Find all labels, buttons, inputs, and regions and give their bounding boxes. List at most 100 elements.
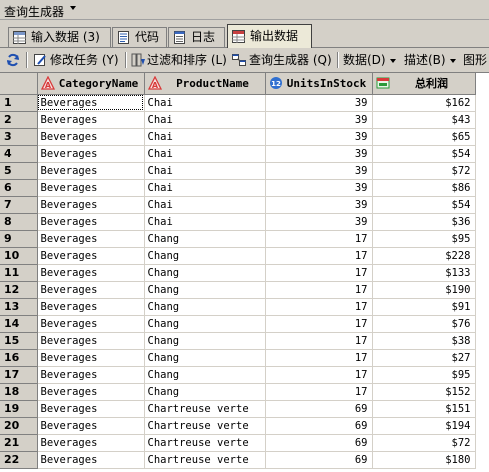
table-row[interactable]: 2 Beverages Chai 39 $43 [0, 111, 476, 129]
table-row[interactable]: 4 Beverages Chai 39 $54 [0, 145, 476, 163]
row-number[interactable]: 2 [0, 111, 38, 129]
cell-categoryname[interactable]: Beverages [37, 111, 145, 129]
cell-productname[interactable]: Chai [144, 94, 266, 112]
table-row[interactable]: 7 Beverages Chai 39 $54 [0, 196, 476, 214]
cell-categoryname[interactable]: Beverages [37, 128, 145, 146]
cell-total-profit[interactable]: $91 [372, 298, 476, 316]
cell-productname[interactable]: Chai [144, 145, 266, 163]
cell-productname[interactable]: Chang [144, 332, 266, 350]
cell-categoryname[interactable]: Beverages [37, 196, 145, 214]
cell-unitsinstock[interactable]: 39 [265, 94, 373, 112]
cell-productname[interactable]: Chai [144, 179, 266, 197]
data-menu[interactable]: 数据(D) [343, 51, 396, 69]
table-row[interactable]: 5 Beverages Chai 39 $72 [0, 162, 476, 180]
row-number[interactable]: 16 [0, 349, 38, 367]
table-row[interactable]: 14 Beverages Chang 17 $76 [0, 315, 476, 333]
table-row[interactable]: 22 Beverages Chartreuse verte 69 $180 [0, 451, 476, 469]
row-number[interactable]: 5 [0, 162, 38, 180]
cell-unitsinstock[interactable]: 17 [265, 383, 373, 401]
cell-total-profit[interactable]: $194 [372, 417, 476, 435]
table-row[interactable]: 6 Beverages Chai 39 $86 [0, 179, 476, 197]
cell-unitsinstock[interactable]: 69 [265, 400, 373, 418]
cell-productname[interactable]: Chang [144, 247, 266, 265]
describe-menu[interactable]: 描述(B) [404, 51, 456, 69]
column-header-total-profit[interactable]: 总利润 [372, 73, 476, 95]
table-row[interactable]: 16 Beverages Chang 17 $27 [0, 349, 476, 367]
cell-categoryname[interactable]: Beverages [37, 162, 145, 180]
table-row[interactable]: 10 Beverages Chang 17 $228 [0, 247, 476, 265]
cell-categoryname[interactable]: Beverages [37, 349, 145, 367]
modify-task-button[interactable]: 修改任务 (Y) [33, 51, 119, 69]
row-number[interactable]: 7 [0, 196, 38, 214]
row-number[interactable]: 21 [0, 434, 38, 452]
cell-total-profit[interactable]: $152 [372, 383, 476, 401]
row-number[interactable]: 11 [0, 264, 38, 282]
row-number[interactable]: 13 [0, 298, 38, 316]
cell-unitsinstock[interactable]: 17 [265, 230, 373, 248]
cell-unitsinstock[interactable]: 39 [265, 128, 373, 146]
cell-unitsinstock[interactable]: 17 [265, 247, 373, 265]
cell-unitsinstock[interactable]: 17 [265, 298, 373, 316]
cell-productname[interactable]: Chang [144, 264, 266, 282]
cell-total-profit[interactable]: $54 [372, 196, 476, 214]
cell-categoryname[interactable]: Beverages [37, 230, 145, 248]
cell-total-profit[interactable]: $36 [372, 213, 476, 231]
cell-unitsinstock[interactable]: 17 [265, 332, 373, 350]
cell-unitsinstock[interactable]: 17 [265, 315, 373, 333]
filter-sort-button[interactable]: 过滤和排序 (L) [131, 51, 227, 69]
row-number[interactable]: 10 [0, 247, 38, 265]
cell-productname[interactable]: Chartreuse verte [144, 451, 266, 469]
cell-unitsinstock[interactable]: 39 [265, 162, 373, 180]
cell-productname[interactable]: Chai [144, 196, 266, 214]
refresh-button[interactable] [6, 51, 22, 69]
cell-total-profit[interactable]: $76 [372, 315, 476, 333]
row-number[interactable]: 14 [0, 315, 38, 333]
cell-productname[interactable]: Chang [144, 230, 266, 248]
cell-unitsinstock[interactable]: 69 [265, 451, 373, 469]
cell-total-profit[interactable]: $151 [372, 400, 476, 418]
cell-unitsinstock[interactable]: 39 [265, 145, 373, 163]
cell-categoryname[interactable]: Beverages [37, 247, 145, 265]
query-builder-button[interactable]: 查询生成器 (Q) [232, 51, 332, 69]
cell-categoryname[interactable]: Beverages [37, 315, 145, 333]
cell-total-profit[interactable]: $72 [372, 162, 476, 180]
cell-productname[interactable]: Chai [144, 213, 266, 231]
table-row[interactable]: 18 Beverages Chang 17 $152 [0, 383, 476, 401]
table-row[interactable]: 12 Beverages Chang 17 $190 [0, 281, 476, 299]
cell-categoryname[interactable]: Beverages [37, 213, 145, 231]
cell-categoryname[interactable]: Beverages [37, 417, 145, 435]
cell-total-profit[interactable]: $38 [372, 332, 476, 350]
output-data-grid[interactable]: A CategoryName A ProductName 12 UnitsInS… [0, 72, 489, 472]
row-number[interactable]: 20 [0, 417, 38, 435]
cell-categoryname[interactable]: Beverages [37, 383, 145, 401]
cell-unitsinstock[interactable]: 39 [265, 196, 373, 214]
row-number[interactable]: 22 [0, 451, 38, 469]
column-header-unitsinstock[interactable]: 12 UnitsInStock [265, 73, 373, 95]
cell-total-profit[interactable]: $228 [372, 247, 476, 265]
table-row[interactable]: 3 Beverages Chai 39 $65 [0, 128, 476, 146]
cell-total-profit[interactable]: $95 [372, 230, 476, 248]
cell-unitsinstock[interactable]: 39 [265, 179, 373, 197]
cell-total-profit[interactable]: $54 [372, 145, 476, 163]
cell-total-profit[interactable]: $86 [372, 179, 476, 197]
cell-unitsinstock[interactable]: 69 [265, 434, 373, 452]
row-number[interactable]: 4 [0, 145, 38, 163]
cell-unitsinstock[interactable]: 17 [265, 349, 373, 367]
cell-productname[interactable]: Chang [144, 315, 266, 333]
row-number[interactable]: 12 [0, 281, 38, 299]
cell-total-profit[interactable]: $162 [372, 94, 476, 112]
tab-input-data[interactable]: 输入数据 (3) [8, 27, 111, 47]
row-number[interactable]: 6 [0, 179, 38, 197]
row-number[interactable]: 3 [0, 128, 38, 146]
column-header-productname[interactable]: A ProductName [144, 73, 266, 95]
cell-categoryname[interactable]: Beverages [37, 400, 145, 418]
cell-categoryname[interactable]: Beverages [37, 145, 145, 163]
cell-unitsinstock[interactable]: 17 [265, 281, 373, 299]
cell-productname[interactable]: Chai [144, 111, 266, 129]
table-row[interactable]: 1 Beverages Chai 39 $162 [0, 94, 476, 112]
cell-categoryname[interactable]: Beverages [37, 264, 145, 282]
cell-categoryname[interactable]: Beverages [37, 332, 145, 350]
row-number[interactable]: 1 [0, 94, 38, 112]
cell-productname[interactable]: Chang [144, 349, 266, 367]
row-number[interactable]: 18 [0, 383, 38, 401]
